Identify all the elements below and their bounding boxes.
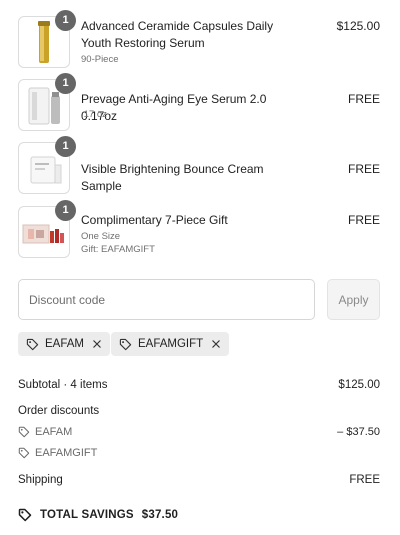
- discount-code: EAFAMGIFT: [35, 447, 98, 459]
- item-variant: One Size: [81, 231, 121, 242]
- discount-code-input[interactable]: [18, 279, 315, 320]
- order-discounts-heading: Order discounts: [18, 405, 380, 417]
- line-item: 1 Complimentary 7-Piece Gift One Size Gi…: [0, 200, 400, 266]
- subtotal-label: Subtotal · 4 items: [18, 379, 108, 391]
- applied-code-chip: EAFAMGIFT: [111, 332, 230, 356]
- item-name: Prevage Anti-Aging Eye Serum 2.0 0.17oz: [81, 92, 267, 123]
- line-item: 1 Prevage Anti-Aging Eye Serum 2.0 0.17o…: [0, 73, 400, 139]
- item-name: Visible Brightening Bounce Cream Sample: [81, 162, 264, 193]
- item-variant: 90-Piece: [81, 54, 119, 65]
- quantity-badge: 1: [55, 73, 76, 94]
- discount-code: EAFAM: [35, 426, 73, 438]
- applied-code-label: EAFAM: [45, 338, 84, 350]
- discount-line: EAFAMGIFT: [18, 447, 380, 459]
- item-price: FREE: [347, 213, 380, 227]
- total-savings-value: $37.50: [141, 509, 179, 521]
- quantity-badge: 1: [55, 10, 76, 31]
- applied-code-chip: EAFAM: [18, 332, 110, 356]
- shipping-row: Shipping FREE: [18, 474, 380, 486]
- apply-discount-button[interactable]: Apply: [327, 279, 380, 320]
- tag-icon: [18, 508, 32, 522]
- tag-icon: [18, 426, 30, 438]
- subtotal-value: $125.00: [338, 379, 380, 391]
- line-item: 1 Visible Brightening Bounce Cream Sampl…: [0, 136, 400, 202]
- tag-icon: [18, 447, 30, 459]
- shipping-label: Shipping: [18, 474, 63, 486]
- item-name: Advanced Ceramide Capsules Daily Youth R…: [81, 19, 274, 50]
- close-icon[interactable]: [211, 339, 221, 349]
- total-savings-label: TOTAL SAVINGS: [40, 509, 134, 521]
- item-variant: .17 oz: [81, 109, 107, 120]
- quantity-badge: 1: [55, 200, 76, 221]
- item-price: FREE: [347, 92, 380, 106]
- quantity-badge: 1: [55, 136, 76, 157]
- gift-code-note: Gift: EAFAMGIFT: [81, 244, 155, 255]
- subtotal-row: Subtotal · 4 items $125.00: [18, 379, 380, 391]
- tag-icon: [26, 338, 39, 351]
- total-savings-row: TOTAL SAVINGS $37.50: [18, 508, 178, 522]
- discount-line: EAFAM – $37.50: [18, 426, 380, 438]
- item-price: FREE: [347, 162, 380, 176]
- line-item: 1 Advanced Ceramide Capsules Daily Youth…: [0, 10, 400, 76]
- shipping-value: FREE: [349, 474, 380, 486]
- tag-icon: [119, 338, 132, 351]
- close-icon[interactable]: [92, 339, 102, 349]
- item-name: Complimentary 7-Piece Gift: [81, 213, 228, 227]
- order-discounts-label: Order discounts: [18, 405, 100, 417]
- discount-amount: – $37.50: [337, 426, 380, 438]
- item-price: $125.00: [336, 19, 380, 33]
- applied-code-label: EAFAMGIFT: [138, 338, 204, 350]
